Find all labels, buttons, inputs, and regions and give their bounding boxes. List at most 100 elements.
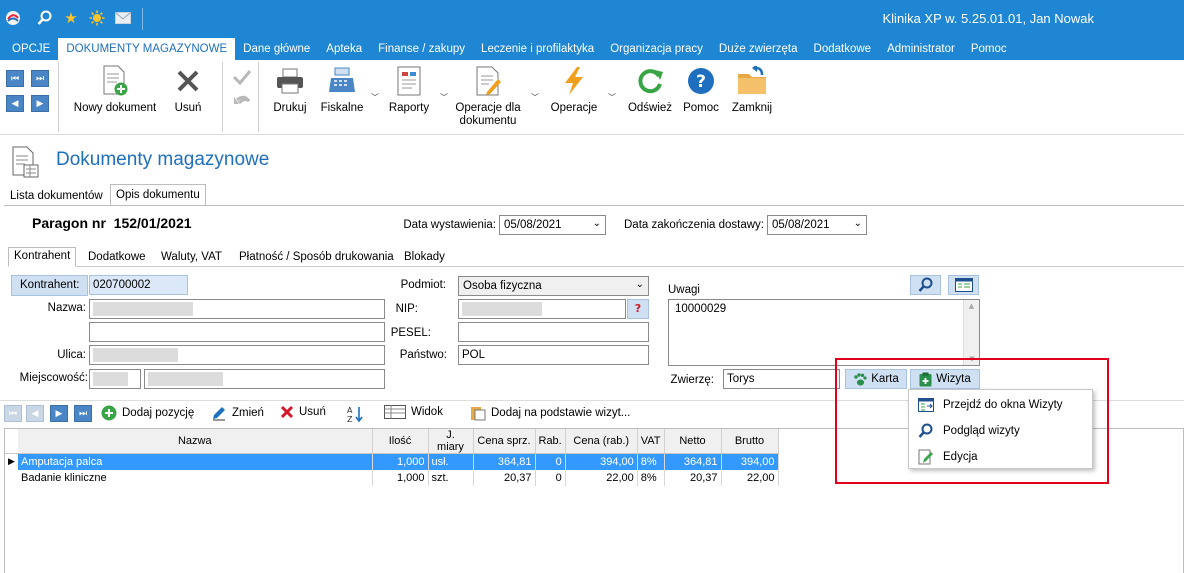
redacted-text [462, 302, 542, 316]
nav-first-icon[interactable]: ⏮ [6, 70, 24, 87]
fiscal-dropdown-icon[interactable]: ﹀ [371, 92, 379, 103]
nav-next-icon[interactable]: ▶ [31, 95, 49, 112]
name-field-2[interactable] [89, 322, 385, 342]
menu-duze-zwierzeta[interactable]: Duże zwierzęta [711, 38, 806, 60]
sun-icon[interactable] [88, 9, 106, 27]
nip-label: NIP: [395, 303, 418, 315]
document-operations-dropdown-icon[interactable]: ﹀ [531, 92, 539, 103]
subtab-payment-printing[interactable]: Płatność / Sposób drukowania [233, 248, 400, 267]
nip-field[interactable] [458, 299, 626, 319]
city-field[interactable] [144, 369, 385, 389]
contractor-field[interactable]: 020700002 [89, 275, 188, 295]
add-item-button[interactable]: Dodaj pozycję [101, 405, 194, 421]
close-button[interactable]: Zamknij [728, 60, 776, 115]
menu-leczenie[interactable]: Leczenie i profilaktyka [473, 38, 602, 60]
tab-document-description[interactable]: Opis dokumentu [110, 184, 206, 206]
delete-item-button[interactable]: Usuń [280, 405, 326, 419]
menu-organizacja-pracy[interactable]: Organizacja pracy [602, 38, 711, 60]
pesel-field[interactable] [458, 322, 649, 342]
mail-icon[interactable] [114, 9, 132, 27]
operations-button[interactable]: Operacje [546, 60, 602, 115]
column-header-discounted-price[interactable]: Cena (rab.) [565, 429, 638, 454]
folder-exit-icon [728, 60, 776, 102]
view-button[interactable]: Widok [384, 405, 443, 419]
delete-button[interactable]: Usuń [166, 60, 210, 115]
scroll-up-icon[interactable]: ▲ [964, 302, 979, 310]
help-button[interactable]: ? Pomoc [680, 60, 722, 115]
animal-field[interactable]: Torys [723, 369, 840, 389]
undo-icon[interactable] [232, 92, 252, 113]
chevron-down-icon: ⌄ [592, 218, 601, 229]
menu-dokumenty-magazynowe[interactable]: DOKUMENTY MAGAZYNOWE [58, 38, 236, 60]
star-icon[interactable]: ★ [62, 9, 80, 27]
column-header-price[interactable]: Cena sprz. [473, 429, 536, 454]
add-from-visit-button[interactable]: Dodaj na podstawie wizyt... [470, 405, 630, 421]
reports-button[interactable]: Raporty [384, 60, 434, 115]
reports-dropdown-icon[interactable]: ﹀ [440, 92, 448, 103]
grid-prev-icon[interactable]: ◀ [26, 405, 44, 422]
column-header-quantity[interactable]: Ilość [372, 429, 429, 454]
app-logo-icon[interactable] [4, 9, 22, 27]
redacted-text [93, 302, 193, 316]
column-header-gross[interactable]: Brutto [721, 429, 779, 454]
column-header-net[interactable]: Netto [664, 429, 722, 454]
clipboard-copy-icon [471, 407, 486, 421]
subtab-currency-vat[interactable]: Waluty, VAT [155, 248, 228, 267]
column-header-unit[interactable]: J. miary [428, 429, 474, 454]
report-icon [384, 60, 434, 102]
postal-code-field[interactable] [89, 369, 141, 389]
country-field[interactable]: POL [458, 345, 649, 365]
lightning-icon [546, 60, 602, 102]
delivery-date-picker[interactable]: 05/08/2021 ⌄ [767, 215, 867, 235]
print-button[interactable]: Drukuj [268, 60, 312, 115]
street-field[interactable] [89, 345, 385, 365]
subtab-contractor[interactable]: Kontrahent [8, 247, 77, 267]
subject-select[interactable]: Osoba fizyczna ⌄ [458, 276, 649, 296]
document-operations-button[interactable]: Operacje dla dokumentu [450, 60, 526, 128]
subtab-locks[interactable]: Blokady [398, 248, 451, 267]
printer-icon [268, 60, 312, 102]
grid-next-icon[interactable]: ▶ [50, 405, 68, 422]
nav-prev-icon[interactable]: ◀ [6, 95, 24, 112]
new-document-button[interactable]: Nowy dokument [70, 60, 160, 115]
menu-dodatkowe[interactable]: Dodatkowe [806, 38, 880, 60]
notes-window-button[interactable] [948, 275, 979, 295]
chevron-down-icon: ⌄ [853, 218, 862, 229]
operations-dropdown-icon[interactable]: ﹀ [608, 92, 616, 103]
sort-button[interactable]: AZ [346, 405, 364, 423]
confirm-check-icon[interactable] [232, 68, 252, 89]
issue-date-picker[interactable]: 05/08/2021 ⌄ [499, 215, 606, 235]
column-header-name[interactable]: Nazwa [18, 429, 373, 454]
column-header-vat[interactable]: VAT [637, 429, 665, 454]
grid-first-icon[interactable]: ⏮ [4, 405, 22, 422]
country-label: Państwo: [399, 349, 447, 361]
notes-scrollbar[interactable]: ▲ ▼ [963, 300, 979, 365]
menu-administrator[interactable]: Administrator [879, 38, 963, 60]
refresh-button[interactable]: Odśwież [624, 60, 676, 115]
page-title: Dokumenty magazynowe [56, 149, 270, 170]
fiscal-button[interactable]: Fiskalne [318, 60, 366, 115]
menu-dane-glowne[interactable]: Dane główne [235, 38, 318, 60]
menu-pomoc[interactable]: Pomoc [963, 38, 1015, 60]
search-notes-button[interactable] [910, 275, 941, 295]
nip-verify-help-icon[interactable]: ? [627, 299, 649, 319]
nav-last-icon[interactable]: ⏭ [31, 70, 49, 87]
menu-finanse-zakupy[interactable]: Finanse / zakupy [370, 38, 473, 60]
edit-item-button[interactable]: Zmień [211, 405, 264, 421]
redacted-text [148, 372, 223, 386]
delete-x-icon [280, 405, 294, 419]
menu-apteka[interactable]: Apteka [318, 38, 370, 60]
search-icon [918, 277, 932, 292]
subtab-additional[interactable]: Dodatkowe [82, 248, 152, 267]
menu-opcje[interactable]: OPCJE [4, 38, 58, 60]
name-field[interactable] [89, 299, 385, 319]
notes-textarea[interactable]: 10000029 ▲ ▼ [668, 299, 980, 366]
tab-document-list[interactable]: Lista dokumentów [4, 187, 109, 206]
contractor-label[interactable]: Kontrahent: [11, 275, 88, 296]
table-header-row: Nazwa Ilość J. miary Cena sprz. Rab. Cen… [5, 429, 779, 454]
search-icon[interactable] [36, 9, 54, 27]
grid-last-icon[interactable]: ⏭ [74, 405, 92, 422]
table-row[interactable]: Badanie kliniczne 1,000 szt. 20,37 0 22,… [5, 469, 779, 486]
table-row[interactable]: ▶ Amputacja palca 1,000 usł. 364,81 0 39… [5, 453, 779, 470]
column-header-discount[interactable]: Rab. [535, 429, 566, 454]
